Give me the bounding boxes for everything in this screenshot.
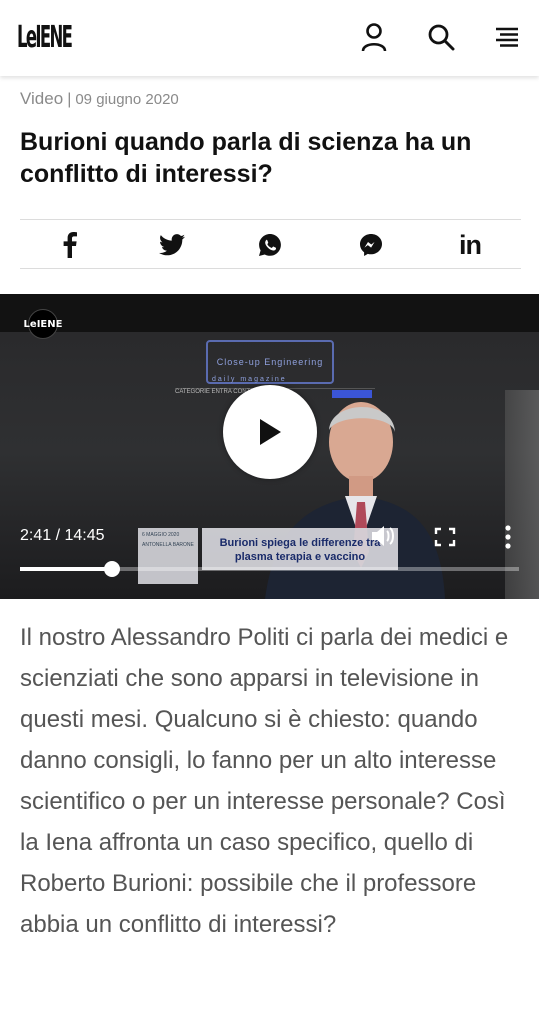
side-card-date: 6 MAGGIO 2020 xyxy=(142,532,180,538)
linkedin-icon[interactable]: in xyxy=(454,230,486,260)
le-iene-logo[interactable]: LeIENE xyxy=(17,18,73,58)
article-body: Il nostro Alessandro Politi ci parla dei… xyxy=(20,624,509,938)
video-side-card: 6 MAGGIO 2020 ANTONELLA BARONE xyxy=(138,528,198,584)
menu-icon[interactable] xyxy=(490,20,524,54)
share-bar: in xyxy=(20,219,521,269)
publish-date: 09 giugno 2020 xyxy=(75,91,179,108)
video-caption: Burioni spiega le differenze tra plasma … xyxy=(202,528,398,570)
video-player[interactable]: LeIENE Close-up Engineering daily magazi… xyxy=(0,294,539,599)
play-icon xyxy=(260,419,281,445)
volume-icon[interactable] xyxy=(370,524,396,548)
more-options-icon[interactable] xyxy=(502,524,514,550)
whatsapp-icon[interactable] xyxy=(257,232,283,258)
article-title: Burioni quando parla di scienza ha un co… xyxy=(20,128,472,188)
facebook-icon[interactable] xyxy=(60,232,80,258)
play-button[interactable] xyxy=(223,385,317,479)
article-meta: Video | 09 giugno 2020 xyxy=(20,89,179,109)
video-progress-bar[interactable] xyxy=(20,561,519,577)
messenger-icon[interactable] xyxy=(358,232,384,258)
site-subtitle-in-video: daily magazine xyxy=(212,376,287,383)
category-link[interactable]: Video xyxy=(20,89,63,108)
search-icon[interactable] xyxy=(424,20,458,54)
progress-fill xyxy=(20,567,113,571)
meta-separator: | xyxy=(67,91,72,108)
user-icon[interactable] xyxy=(357,20,391,54)
site-header: LeIENE xyxy=(0,0,539,76)
fullscreen-icon[interactable] xyxy=(434,527,456,547)
twitter-icon[interactable] xyxy=(158,232,186,258)
channel-logo: LeIENE xyxy=(24,309,62,339)
video-time: 2:41 / 14:45 xyxy=(20,527,105,544)
side-card-author: ANTONELLA BARONE xyxy=(142,542,194,548)
video-top-area xyxy=(0,294,539,334)
